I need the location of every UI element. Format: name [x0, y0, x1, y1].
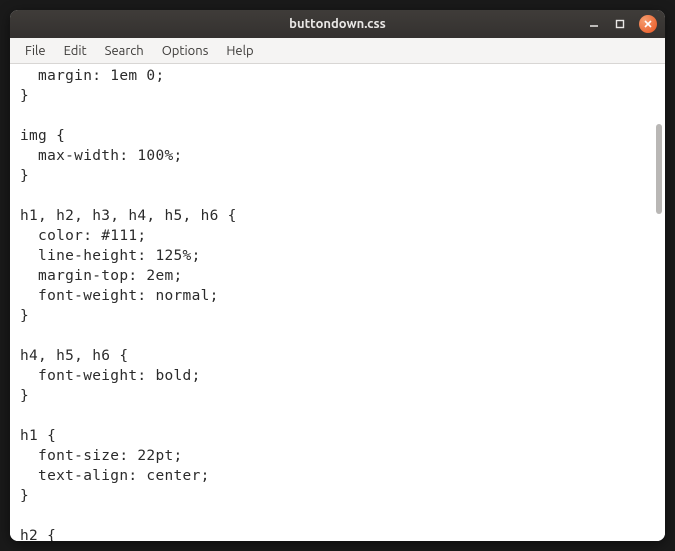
titlebar: buttondown.css	[10, 10, 665, 38]
scrollbar-thumb[interactable]	[656, 124, 662, 214]
minimize-icon	[589, 19, 599, 29]
menubar: File Edit Search Options Help	[10, 38, 665, 64]
editor-window: buttondown.css File Edit Search	[10, 10, 665, 541]
maximize-icon	[615, 19, 625, 29]
editor-content[interactable]: margin: 1em 0; } img { max-width: 100%; …	[10, 64, 653, 541]
window-title: buttondown.css	[10, 17, 665, 31]
close-button[interactable]	[639, 15, 657, 33]
menu-file[interactable]: File	[16, 41, 55, 61]
content-area: margin: 1em 0; } img { max-width: 100%; …	[10, 64, 665, 541]
menu-options[interactable]: Options	[153, 41, 218, 61]
text-editor[interactable]: margin: 1em 0; } img { max-width: 100%; …	[10, 64, 653, 541]
window-controls	[587, 10, 657, 38]
menu-search[interactable]: Search	[96, 41, 153, 61]
menu-edit[interactable]: Edit	[55, 41, 96, 61]
maximize-button[interactable]	[613, 17, 627, 31]
minimize-button[interactable]	[587, 17, 601, 31]
scrollbar-track[interactable]	[653, 64, 665, 541]
close-icon	[643, 19, 653, 29]
menu-help[interactable]: Help	[217, 41, 262, 61]
